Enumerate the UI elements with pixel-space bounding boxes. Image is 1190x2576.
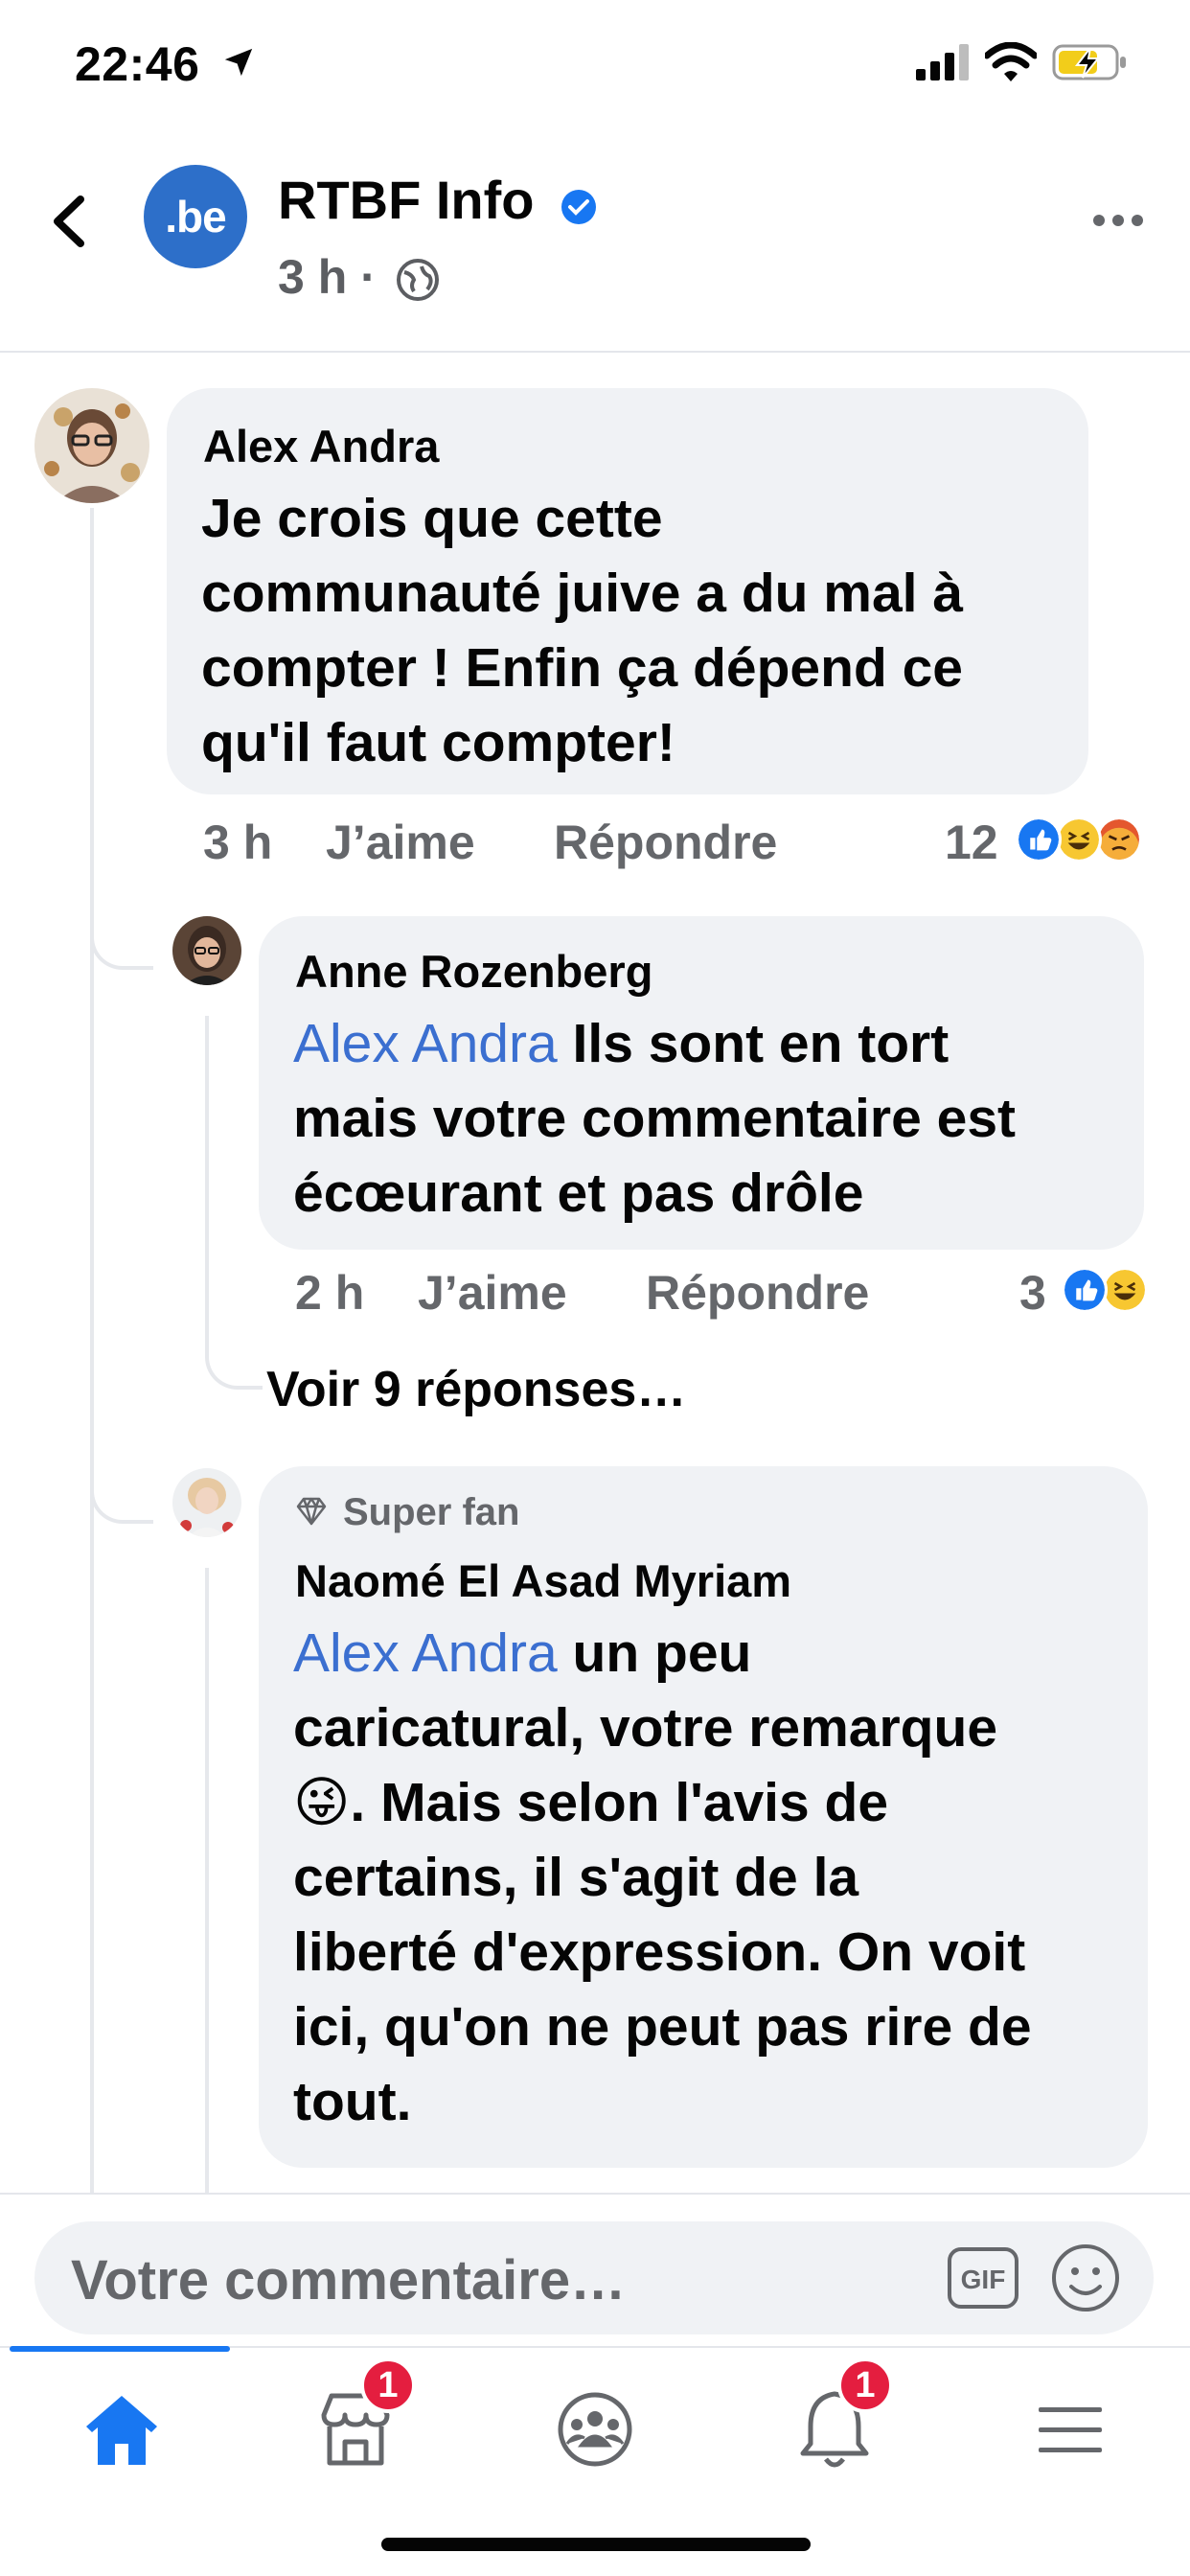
thread-connector-reply-1 [90,862,153,970]
comment-text-fragment: . Mais selon l'avis de [350,1772,889,1833]
page-avatar[interactable]: .be [144,165,247,268]
comment-text: Alex Andra Ils sont en tort mais votre c… [293,1006,1016,1230]
comment-text-line: tout. [293,2071,412,2132]
haha-reaction-icon [1056,816,1102,862]
haha-reaction-icon [1102,1267,1148,1313]
comment-text-line: Alex Andra Ils sont en tort [293,1006,1016,1081]
reaction-count[interactable]: 3 [1019,1265,1046,1321]
avatar-anne-rozenberg[interactable] [172,916,241,985]
post-time: 3 h · [278,250,377,304]
post-header: .be RTBF Info 3 h · [0,144,1190,353]
super-fan-diamond-icon [296,1497,327,1526]
notifications-badge: 1 [837,2358,893,2413]
comment-author[interactable]: Alex Andra [203,420,439,472]
avatar-alex-andra[interactable] [34,388,149,503]
winking-tongue-emoji: 😜 [293,1772,351,1833]
comment-text-line: 😜. Mais selon l'avis de [293,1765,1032,1840]
comment-time: 3 h [203,816,273,869]
gif-label: GIF [961,2265,1006,2294]
status-time: 22:46 [75,37,200,91]
view-more-replies-link[interactable]: Voir 9 réponses… [266,1361,686,1418]
emoji-icon[interactable] [1050,2242,1121,2313]
mention-link[interactable]: Alex Andra [293,1622,558,1684]
page-name[interactable]: RTBF Info [278,169,534,231]
super-fan-badge: Super fan [343,1491,520,1533]
menu-icon[interactable] [1018,2377,1123,2482]
active-tab-indicator [10,2346,230,2352]
thread-line-reply-2 [205,1568,209,2193]
thread-connector-reply-2 [90,1418,153,1524]
like-reaction-icon [1016,816,1062,862]
groups-icon[interactable] [542,2377,648,2482]
avatar-naome-el-asad-myriam[interactable] [172,1468,241,1537]
comment-text-line: liberté d'expression. On voit [293,1921,1026,1983]
gif-icon[interactable]: GIF [947,2246,1019,2310]
comment-author[interactable]: Naomé El Asad Myriam [295,1554,791,1607]
like-button[interactable]: J’aime [418,1265,567,1321]
location-arrow-icon [224,48,253,77]
comment-composer: Votre commentaire… GIF [0,2193,1190,2346]
comment-input-placeholder: Votre commentaire… [71,2249,627,2312]
comment-text-line: Alex Andra un peu [293,1616,1032,1690]
angry-reaction-icon [1096,816,1142,862]
comment-text-line: ici, qu'on ne peut pas rire de [293,1996,1032,2058]
thread-line-main [90,508,94,2193]
reply-button[interactable]: Répondre [646,1265,869,1321]
mention-link[interactable]: Alex Andra [293,1013,558,1074]
comment-text-line: certains, il s'agit de la [293,1847,859,1908]
back-arrow-icon[interactable] [46,188,90,255]
comment-text: Alex Andra un peu caricatural, votre rem… [293,1616,1032,2139]
comment-text-line: compter ! Enfin ça dépend ce [201,637,963,699]
like-button[interactable]: J’aime [326,815,475,870]
home-indicator [381,2538,811,2551]
globe-icon [397,259,439,301]
reply-button[interactable]: Répondre [554,815,777,870]
comment-time: 2 h [295,1266,365,1320]
comment-text-fragment: un peu [557,1622,752,1684]
signal-icon [916,44,969,80]
comment-text-line: écœurant et pas drôle [293,1162,864,1224]
like-reaction-icon [1062,1267,1108,1313]
comment-text-line: mais votre commentaire est [293,1088,1016,1149]
comment-text-line: Je crois que cette [201,488,663,549]
marketplace-badge: 1 [360,2358,416,2413]
comment-text: Je crois que cette communauté juive a du… [201,481,963,780]
comment-input[interactable]: Votre commentaire… GIF [34,2221,1154,2334]
status-bar: 22:46 [0,0,1190,134]
comment-text-line: caricatural, votre remarque [293,1697,998,1759]
comment-text-line: communauté juive a du mal à [201,563,964,624]
comment-author[interactable]: Anne Rozenberg [295,945,652,998]
reaction-count[interactable]: 12 [945,815,998,870]
verified-badge-icon [561,190,596,224]
more-options-icon[interactable] [1090,201,1146,240]
thread-connector-more-replies [205,1284,263,1390]
wifi-icon [985,42,1037,81]
home-icon[interactable] [69,2377,174,2482]
battery-charging-icon [1052,44,1126,80]
comment-text-fragment: Ils sont en tort [557,1013,950,1074]
comment-text-line: qu'il faut compter! [201,712,675,773]
